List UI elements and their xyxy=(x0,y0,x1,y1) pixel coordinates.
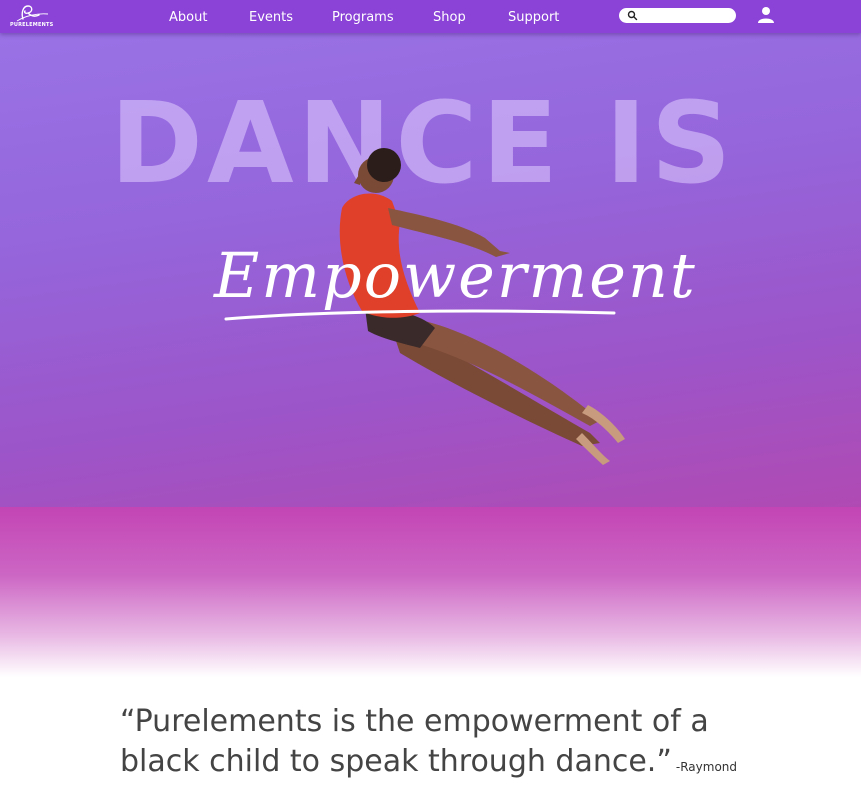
gradient-band xyxy=(0,507,861,677)
nav-shop[interactable]: Shop xyxy=(433,10,466,25)
script-underline xyxy=(224,309,616,321)
nav-programs[interactable]: Programs xyxy=(332,10,394,25)
top-nav: PURELEMENTS About Events Programs Shop S… xyxy=(0,0,861,33)
quote-line-2-wrap: black child to speak through dance.” -Ray… xyxy=(120,742,760,787)
quote-line-2: black child to speak through dance.” xyxy=(120,744,672,779)
hero-banner: DANCE IS Empowerment xyxy=(0,33,861,507)
search-box[interactable] xyxy=(619,8,736,23)
quote-author: -Raymond xyxy=(675,760,738,774)
quote-line-1: “Purelements is the empowerment of a xyxy=(120,704,709,739)
nav-events[interactable]: Events xyxy=(249,10,293,25)
search-icon[interactable] xyxy=(627,10,638,21)
logo[interactable]: PURELEMENTS xyxy=(10,3,54,29)
nav-support[interactable]: Support xyxy=(508,10,559,25)
nav-about[interactable]: About xyxy=(169,10,207,25)
hero-script-word: Empowerment xyxy=(214,239,697,312)
logo-mark xyxy=(16,5,49,22)
search-input[interactable] xyxy=(641,9,731,22)
testimonial-quote: “Purelements is the empowerment of a bla… xyxy=(120,702,760,787)
user-icon[interactable] xyxy=(757,6,775,24)
logo-text: PURELEMENTS xyxy=(10,22,54,28)
